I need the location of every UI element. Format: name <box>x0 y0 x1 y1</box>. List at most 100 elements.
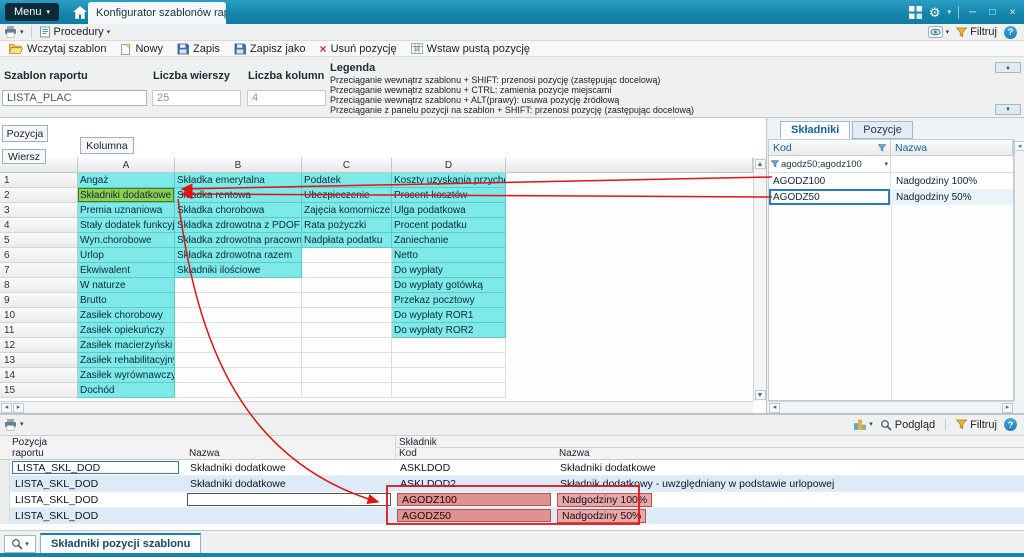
grid-cell[interactable]: Składniki ilościowe <box>175 263 302 278</box>
tab-skladniki-pozycji-szablonu[interactable]: Składniki pozycji szablonu <box>40 533 201 554</box>
skladnik-row[interactable]: AGODZ100Nadgodziny 100% <box>769 173 1013 189</box>
grid-cell[interactable]: Składka chorobowa <box>175 203 302 218</box>
grid-cell[interactable]: Netto <box>392 248 506 263</box>
zoom-button[interactable]: ▾ <box>4 535 36 553</box>
tab-skladniki[interactable]: Składniki <box>780 121 850 139</box>
grid-horizontal-scrollbar[interactable]: ◂ ▸ <box>0 401 753 413</box>
grid-cell[interactable] <box>392 368 506 383</box>
grid-column-header-a[interactable]: A <box>78 158 175 173</box>
row-selector[interactable] <box>0 508 10 523</box>
grid-column-header-b[interactable]: B <box>175 158 302 173</box>
view-options-button[interactable]: ▾ <box>928 26 950 38</box>
grid-cell[interactable]: Nadpłata podatku <box>302 233 392 248</box>
scroll-left-button[interactable]: ◂ <box>1 403 12 413</box>
nazwa-filter-cell[interactable] <box>891 156 1013 172</box>
delete-position-button[interactable]: × Usuń pozycję <box>314 42 403 56</box>
grid-cell[interactable]: Stały dodatek funkcyjny <box>78 218 175 233</box>
row-selector[interactable] <box>0 476 10 491</box>
nazwa-column-header[interactable]: Nazwa <box>891 140 1013 156</box>
minimize-button[interactable]: ─ <box>966 7 979 18</box>
grid-cell[interactable] <box>175 293 302 308</box>
pozycja-raportu-cell[interactable]: LISTA_SKL_DOD <box>10 508 185 523</box>
bottom-row[interactable]: LISTA_SKL_DODAGODZ100Nadgodziny 100% <box>0 492 1024 508</box>
skladnik-nazwa-cell[interactable]: Składnik dodatkowy - uwzględniany w pods… <box>555 476 1024 491</box>
skladniki-horizontal-scrollbar[interactable]: ◂ ▸ <box>768 401 1014 413</box>
maximize-button[interactable]: □ <box>986 7 999 18</box>
grid-cell[interactable]: Składka zdrowotna razem <box>175 248 302 263</box>
collapse-down-button[interactable]: ▼ <box>995 104 1021 115</box>
grid-cell[interactable]: Do wypłaty <box>392 263 506 278</box>
grid-cell[interactable]: Zasiłek wyrównawczy <box>78 368 175 383</box>
grid-cell[interactable] <box>302 248 392 263</box>
save-as-button[interactable]: Zapisz jako <box>228 42 312 56</box>
liczba-wierszy-input[interactable]: 25 <box>152 90 241 106</box>
grid-cell[interactable]: Ubezpieczenie <box>302 188 392 203</box>
grid-cell[interactable]: Zasiłek macierzyński <box>78 338 175 353</box>
grid-cell[interactable] <box>302 323 392 338</box>
skladnik-kod-cell[interactable]: AGODZ50 <box>769 189 891 205</box>
scroll-right-button[interactable]: ▸ <box>1002 403 1013 413</box>
new-button[interactable]: Nowy <box>114 42 169 56</box>
grid-cell[interactable]: Premia uznaniowa <box>78 203 175 218</box>
chevron-down-icon[interactable]: ▾ <box>947 9 951 16</box>
row-selector[interactable] <box>0 460 10 475</box>
grid-cell[interactable] <box>175 353 302 368</box>
szablon-raportu-input[interactable]: LISTA_PLAC <box>2 90 147 106</box>
pozycja-nazwa-cell[interactable] <box>185 508 395 523</box>
chart-button[interactable]: ▾ <box>854 419 873 430</box>
grid-cell[interactable] <box>302 263 392 278</box>
grid-cell[interactable]: Dochód <box>78 383 175 398</box>
grid-cell[interactable]: Przekaz pocztowy <box>392 293 506 308</box>
grid-cell[interactable] <box>175 308 302 323</box>
grid-cell[interactable]: Zasiłek chorobowy <box>78 308 175 323</box>
grid-cell[interactable]: Urlop <box>78 248 175 263</box>
grid-cell[interactable]: Składka emerytalna <box>175 173 302 188</box>
skladnik-nazwa-cell[interactable]: Nadgodziny 100% <box>891 173 1013 189</box>
grid-cell[interactable] <box>392 338 506 353</box>
grid-cell[interactable] <box>175 278 302 293</box>
grid-cell[interactable] <box>175 323 302 338</box>
skladnik-nazwa-cell[interactable]: Składniki dodatkowe <box>555 460 1024 475</box>
kolumna-tag[interactable]: Kolumna <box>80 137 134 154</box>
grid-cell[interactable] <box>392 353 506 368</box>
menu-button[interactable]: Menu ▾ <box>5 3 59 21</box>
skladnik-kod-cell[interactable]: AGODZ100 <box>769 173 891 189</box>
load-template-button[interactable]: Wczytaj szablon <box>3 42 112 56</box>
pozycja-raportu-cell[interactable]: LISTA_SKL_DOD <box>12 461 179 474</box>
pozycja-nazwa-cell[interactable]: Składniki dodatkowe <box>185 460 395 475</box>
collapse-up-button[interactable]: ▲ <box>995 62 1021 73</box>
kod-column-header[interactable]: Kod <box>769 140 891 156</box>
filter-button[interactable]: Filtruj <box>956 419 997 431</box>
grid-cell[interactable] <box>175 368 302 383</box>
collapse-panel-button[interactable]: ◂ <box>1014 141 1024 151</box>
grid-cell[interactable]: Angaż <box>78 173 175 188</box>
grid-cell[interactable] <box>302 293 392 308</box>
grid-cell[interactable]: Ulga podatkowa <box>392 203 506 218</box>
grid-cell[interactable]: Zasiłek rehabilitacyjny <box>78 353 175 368</box>
tab-pozycje[interactable]: Pozycje <box>852 121 913 139</box>
skladnik-nazwa-cell[interactable]: Nadgodziny 100% <box>555 492 1024 507</box>
insert-empty-position-button[interactable]: Wstaw pustą pozycję <box>405 42 536 56</box>
grid-cell[interactable]: Zajęcia komornicze <box>302 203 392 218</box>
grid-cell[interactable] <box>302 278 392 293</box>
grid-cell[interactable]: Brutto <box>78 293 175 308</box>
grid-cell[interactable] <box>302 308 392 323</box>
row-selector[interactable] <box>0 492 10 507</box>
gear-icon[interactable]: ⚙ <box>929 6 941 19</box>
skladnik-kod-cell[interactable]: AGODZ100 <box>397 493 551 506</box>
grid-cell[interactable]: Do wypłaty ROR1 <box>392 308 506 323</box>
pozycja-nazwa-cell[interactable] <box>187 493 391 506</box>
grid-cell[interactable]: Zaniechanie <box>392 233 506 248</box>
help-button[interactable]: ? <box>1004 418 1017 431</box>
grid-cell[interactable]: Procent kosztów <box>392 188 506 203</box>
skladnik-kod-cell[interactable]: ASKLDOD <box>395 460 555 475</box>
grid-cell[interactable] <box>175 338 302 353</box>
grid-cell[interactable]: W naturze <box>78 278 175 293</box>
print-button[interactable]: ▾ <box>4 26 24 38</box>
grid-column-header-d[interactable]: D <box>392 158 506 173</box>
grid-cell[interactable] <box>302 338 392 353</box>
tab-konfigurator[interactable]: Konfigurator szablonów rapo <box>88 2 226 24</box>
skladnik-kod-cell[interactable]: AGODZ50 <box>397 509 551 522</box>
grid-cell[interactable]: Podatek <box>302 173 392 188</box>
print-button[interactable]: ▾ <box>4 419 24 431</box>
